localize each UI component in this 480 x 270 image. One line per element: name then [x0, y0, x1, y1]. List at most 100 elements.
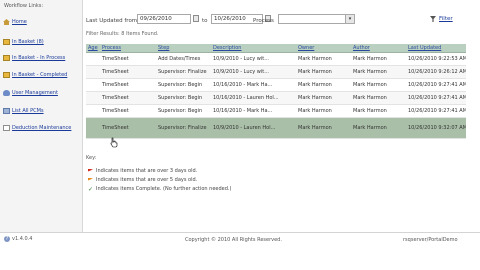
- sidebar-item-deduction-maintenance[interactable]: Deduction Maintenance: [3, 123, 81, 133]
- cell-step: Supervisor: Begin: [158, 81, 203, 88]
- cell-age: [86, 53, 100, 65]
- to-label: to: [202, 18, 208, 24]
- cell-author: Mark Harmon: [353, 124, 387, 131]
- cell-process: TimeSheet: [102, 55, 129, 62]
- process-label: Process: [253, 18, 274, 24]
- cell-last-updated: 10/26/2010 9:27:41 AM: [408, 81, 466, 88]
- cell-description: 10/16/2010 - Lauren Hol...: [213, 94, 279, 101]
- filter-button-label: Filter: [439, 16, 453, 22]
- filter-button[interactable]: Filter: [430, 16, 453, 22]
- cell-last-updated: 10/26/2010 9:26:12 AM: [408, 68, 466, 75]
- key-item: Indicates items that are over 3 days old…: [88, 168, 197, 174]
- table-row[interactable]: TimeSheet Supervisor: Begin 10/16/2010 -…: [86, 79, 466, 92]
- column-header-process[interactable]: Process: [100, 44, 156, 52]
- sidebar-title: Workflow Links:: [4, 3, 44, 9]
- copyright-text: Copyright © 2010 All Rights Reserved.: [185, 237, 282, 243]
- cell-age: [86, 79, 100, 91]
- result-count: Filter Results: 8 Items Found.: [86, 31, 159, 37]
- cell-owner: Mark Harmon: [298, 55, 332, 62]
- cell-process: TimeSheet: [102, 81, 129, 88]
- footer-divider: [0, 232, 480, 233]
- sidebar-item-user-management[interactable]: User Management: [3, 88, 81, 98]
- key-item-text: Indicates items that are over 5 days old…: [96, 177, 198, 183]
- column-header-author[interactable]: Author: [351, 44, 406, 52]
- cell-step: Supervisor: Begin: [158, 94, 203, 101]
- cell-last-updated: 10/26/2010 9:32:07 AM: [408, 124, 466, 131]
- cell-age: [86, 66, 100, 78]
- sidebar-item-in-basket[interactable]: In Basket (8): [3, 37, 81, 47]
- sidebar-item-label: Home: [12, 19, 27, 25]
- cell-description: 10/16/2010 - Mark Ha...: [213, 81, 273, 88]
- cell-last-updated: 10/26/2010 9:22:53 AM: [408, 55, 466, 62]
- sidebar-item-home[interactable]: Home: [3, 17, 81, 27]
- sidebar-item-label: In Basket - Completed: [12, 72, 68, 78]
- filter-icon: [430, 16, 436, 22]
- key-title: Key:: [86, 155, 97, 161]
- cell-step: Supervisor: Begin: [158, 107, 203, 114]
- cell-description: 10/9/2010 - Lucy wit...: [213, 55, 269, 62]
- key-item-text: Indicates items that are over 3 days old…: [96, 168, 198, 174]
- cell-process: TimeSheet: [102, 94, 129, 101]
- table-row[interactable]: TimeSheet Supervisor: Begin 10/16/2010 -…: [86, 92, 466, 105]
- cell-last-updated: 10/26/2010 9:27:41 AM: [408, 107, 466, 114]
- table-row[interactable]: TimeSheet Supervisor: Finalize 10/9/2010…: [86, 66, 466, 79]
- server-name: rsqserver/PortalDemo: [403, 237, 458, 243]
- cell-process: TimeSheet: [102, 68, 129, 75]
- cell-author: Mark Harmon: [353, 94, 387, 101]
- sidebar-item-in-basket-in-process[interactable]: In Basket - In Process: [3, 53, 81, 63]
- cell-last-updated: 10/26/2010 9:27:41 AM: [408, 94, 466, 101]
- key-item: ✓ Indicates items Complete. (No further …: [88, 186, 231, 192]
- sidebar: Workflow Links: Home In Basket (8) In Ba…: [0, 0, 83, 232]
- list-icon: [3, 108, 10, 114]
- cell-age: [86, 105, 100, 117]
- cell-age: [86, 92, 100, 104]
- table-row[interactable]: TimeSheet Add Dates/Times 10/9/2010 - Lu…: [86, 53, 466, 66]
- cell-owner: Mark Harmon: [298, 124, 332, 131]
- cell-description: 10/9/2010 - Lauren Hol...: [213, 124, 276, 131]
- sidebar-item-label: In Basket (8): [12, 39, 44, 45]
- home-icon: [3, 19, 10, 25]
- cell-author: Mark Harmon: [353, 81, 387, 88]
- calendar-icon[interactable]: [193, 15, 199, 22]
- version-label[interactable]: ? v1.4.0.4: [4, 236, 32, 242]
- cell-step: Supervisor: Finalize: [158, 68, 207, 75]
- column-header-owner[interactable]: Owner: [296, 44, 351, 52]
- column-header-age[interactable]: Age: [86, 44, 100, 52]
- key-item-text: Indicates items Complete. (No further ac…: [96, 186, 232, 192]
- sidebar-item-label: In Basket - In Process: [12, 55, 66, 61]
- checkmark-icon: ✓: [88, 185, 94, 193]
- cell-process: TimeSheet: [102, 124, 129, 131]
- sidebar-item-list-all-pcms[interactable]: List All PCMs: [3, 106, 81, 116]
- workflow-table: Age Process Step Description Owner Autho…: [86, 44, 466, 139]
- from-date-input[interactable]: [137, 14, 191, 24]
- folder-icon: [3, 39, 10, 45]
- table-row-selected[interactable]: TimeSheet Supervisor: Finalize 10/9/2010…: [86, 118, 466, 139]
- table-header: Age Process Step Description Owner Autho…: [86, 44, 466, 53]
- cell-process: TimeSheet: [102, 107, 129, 114]
- cell-owner: Mark Harmon: [298, 107, 332, 114]
- hand-cursor-icon: [110, 137, 118, 148]
- sidebar-item-in-basket-completed[interactable]: In Basket - Completed: [3, 70, 81, 80]
- version-text: v1.4.0.4: [12, 236, 33, 242]
- column-header-step[interactable]: Step: [156, 44, 211, 52]
- cell-step: Supervisor: Finalize: [158, 124, 207, 131]
- cell-author: Mark Harmon: [353, 68, 387, 75]
- red-flag-icon: [88, 168, 93, 172]
- chevron-down-icon: ▾: [345, 15, 354, 23]
- sidebar-item-label: User Management: [12, 90, 58, 96]
- sidebar-item-label: List All PCMs: [12, 108, 44, 114]
- user-icon: [3, 90, 10, 96]
- folder-icon: [3, 72, 10, 78]
- cell-author: Mark Harmon: [353, 107, 387, 114]
- cell-description: 10/16/2010 - Mark Ha...: [213, 107, 273, 114]
- column-header-description[interactable]: Description: [211, 44, 296, 52]
- folder-icon: [3, 55, 10, 61]
- cell-author: Mark Harmon: [353, 55, 387, 62]
- cell-owner: Mark Harmon: [298, 81, 332, 88]
- column-header-last-updated[interactable]: Last Updated: [406, 44, 466, 52]
- process-select[interactable]: ▾: [278, 14, 355, 24]
- cell-age: [86, 118, 100, 138]
- table-row[interactable]: TimeSheet Supervisor: Begin 10/16/2010 -…: [86, 105, 466, 118]
- cell-owner: Mark Harmon: [298, 68, 332, 75]
- cell-description: 10/9/2010 - Lucy wit...: [213, 68, 269, 75]
